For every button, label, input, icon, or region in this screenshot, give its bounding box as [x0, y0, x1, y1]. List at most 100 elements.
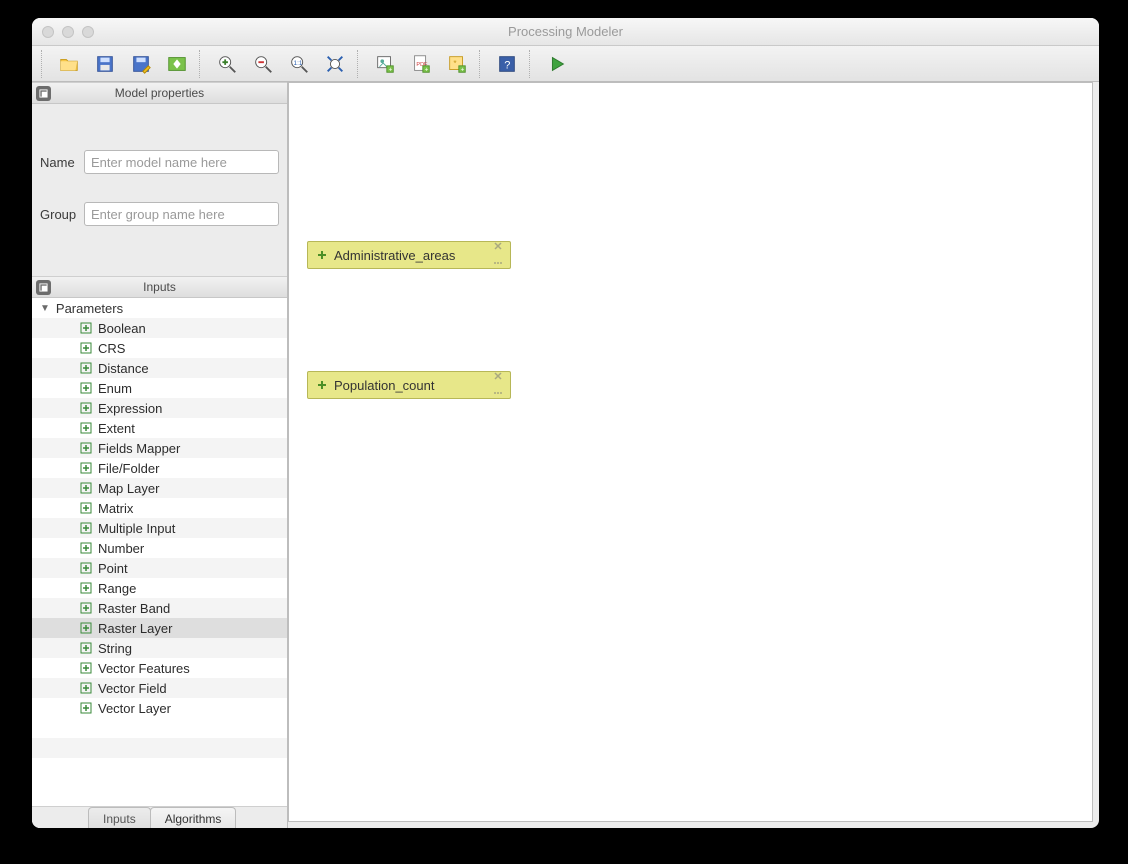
group-label: Group	[40, 207, 84, 222]
parameter-item[interactable]: Vector Layer	[32, 698, 287, 718]
parameter-item[interactable]: File/Folder	[32, 458, 287, 478]
zoom-actual-button[interactable]: 1:1	[282, 49, 316, 79]
plus-icon	[80, 462, 92, 474]
model-properties-panel: Name Group	[32, 104, 287, 276]
parameter-item[interactable]: Boolean	[32, 318, 287, 338]
parameter-item-label: Vector Features	[98, 661, 190, 676]
node-more-icon[interactable]	[493, 386, 503, 401]
parameter-item[interactable]: Vector Features	[32, 658, 287, 678]
svg-text:+: +	[461, 66, 465, 73]
left-dock: Model properties Name Group Inputs	[32, 82, 288, 828]
parameter-item-label: Point	[98, 561, 128, 576]
parameter-item-label: Matrix	[98, 501, 133, 516]
titlebar: Processing Modeler	[32, 18, 1099, 46]
parameter-item[interactable]: Vector Field	[32, 678, 287, 698]
parameter-item-label: Map Layer	[98, 481, 159, 496]
empty-row	[32, 758, 287, 778]
window-title: Processing Modeler	[32, 24, 1099, 39]
help-button[interactable]: ?	[490, 49, 524, 79]
plus-icon	[80, 502, 92, 514]
play-icon	[546, 53, 568, 75]
plus-icon	[80, 522, 92, 534]
parameter-item-label: File/Folder	[98, 461, 159, 476]
plus-icon	[80, 382, 92, 394]
parameter-item-label: Boolean	[98, 321, 146, 336]
parameter-item[interactable]: Matrix	[32, 498, 287, 518]
parameters-tree[interactable]: ▼Parameters Boolean CRSDistance Enum Express…	[32, 298, 287, 806]
plus-icon	[80, 642, 92, 654]
node-delete-icon[interactable]	[493, 239, 503, 254]
inputs-panel: ▼Parameters Boolean CRSDistance Enum Express…	[32, 298, 287, 828]
save-in-project-button[interactable]	[160, 49, 194, 79]
inputs-panel-title: Inputs	[143, 280, 176, 294]
export-image-icon: +	[374, 53, 396, 75]
export-python-button[interactable]: *+	[440, 49, 474, 79]
plus-icon	[312, 249, 332, 261]
parameter-item-label: String	[98, 641, 132, 656]
svg-text:?: ?	[504, 59, 510, 71]
parameter-item[interactable]: Expression	[32, 398, 287, 418]
parameter-item[interactable]: Extent	[32, 418, 287, 438]
parameter-item-label: Vector Field	[98, 681, 167, 696]
parameter-item[interactable]: Multiple Input	[32, 518, 287, 538]
parameter-item[interactable]: Raster Band	[32, 598, 287, 618]
zoom-full-button[interactable]	[318, 49, 352, 79]
undock-icon[interactable]	[36, 86, 51, 101]
parameter-item[interactable]: String	[32, 638, 287, 658]
export-image-button[interactable]: +	[368, 49, 402, 79]
save-as-button[interactable]	[124, 49, 158, 79]
folder-open-icon	[58, 53, 80, 75]
parameter-item-label: Range	[98, 581, 136, 596]
model-input-node[interactable]: Administrative_areas	[307, 241, 511, 269]
tab-inputs[interactable]: Inputs	[88, 807, 151, 828]
plus-icon	[80, 662, 92, 674]
plus-icon	[80, 322, 92, 334]
svg-text:+: +	[425, 66, 429, 73]
empty-row	[32, 738, 287, 758]
model-group-input[interactable]	[84, 202, 279, 226]
parameters-group[interactable]: ▼Parameters	[32, 298, 287, 318]
project-save-icon	[166, 53, 188, 75]
parameter-item[interactable]: Fields Mapper	[32, 438, 287, 458]
model-name-input[interactable]	[84, 150, 279, 174]
help-icon: ?	[496, 53, 518, 75]
run-button[interactable]	[540, 49, 574, 79]
plus-icon	[80, 422, 92, 434]
parameter-item-label: Multiple Input	[98, 521, 175, 536]
save-button[interactable]	[88, 49, 122, 79]
plus-icon	[80, 362, 92, 374]
node-label: Administrative_areas	[332, 248, 489, 263]
toolbar-separator	[41, 50, 47, 78]
tab-algorithms[interactable]: Algorithms	[150, 807, 237, 828]
parameter-item-label: Enum	[98, 381, 132, 396]
parameter-item[interactable]: CRS	[32, 338, 287, 358]
parameter-item[interactable]: Distance	[32, 358, 287, 378]
node-delete-icon[interactable]	[493, 369, 503, 384]
zoom-out-button[interactable]	[246, 49, 280, 79]
open-button[interactable]	[52, 49, 86, 79]
export-python-icon: *+	[446, 53, 468, 75]
toolbar-separator	[529, 50, 535, 78]
toolbar-separator	[199, 50, 205, 78]
export-pdf-button[interactable]: PDF+	[404, 49, 438, 79]
model-properties-title: Model properties	[115, 86, 204, 100]
floppy-pencil-icon	[130, 53, 152, 75]
node-more-icon[interactable]	[493, 256, 503, 271]
parameter-item-label: Raster Layer	[98, 621, 172, 636]
parameter-item[interactable]: Enum	[32, 378, 287, 398]
model-canvas[interactable]: Administrative_areas Population_count	[288, 82, 1093, 822]
parameter-item[interactable]: Point	[32, 558, 287, 578]
model-properties-header: Model properties	[32, 82, 287, 104]
floppy-icon	[94, 53, 116, 75]
model-input-node[interactable]: Population_count	[307, 371, 511, 399]
parameter-item[interactable]: Range	[32, 578, 287, 598]
plus-icon	[80, 582, 92, 594]
parameter-item[interactable]: Number	[32, 538, 287, 558]
plus-icon	[80, 702, 92, 714]
plus-icon	[80, 682, 92, 694]
undock-icon[interactable]	[36, 280, 51, 295]
parameter-item[interactable]: Raster Layer	[32, 618, 287, 638]
plus-icon	[312, 379, 332, 391]
zoom-in-button[interactable]	[210, 49, 244, 79]
parameter-item[interactable]: Map Layer	[32, 478, 287, 498]
